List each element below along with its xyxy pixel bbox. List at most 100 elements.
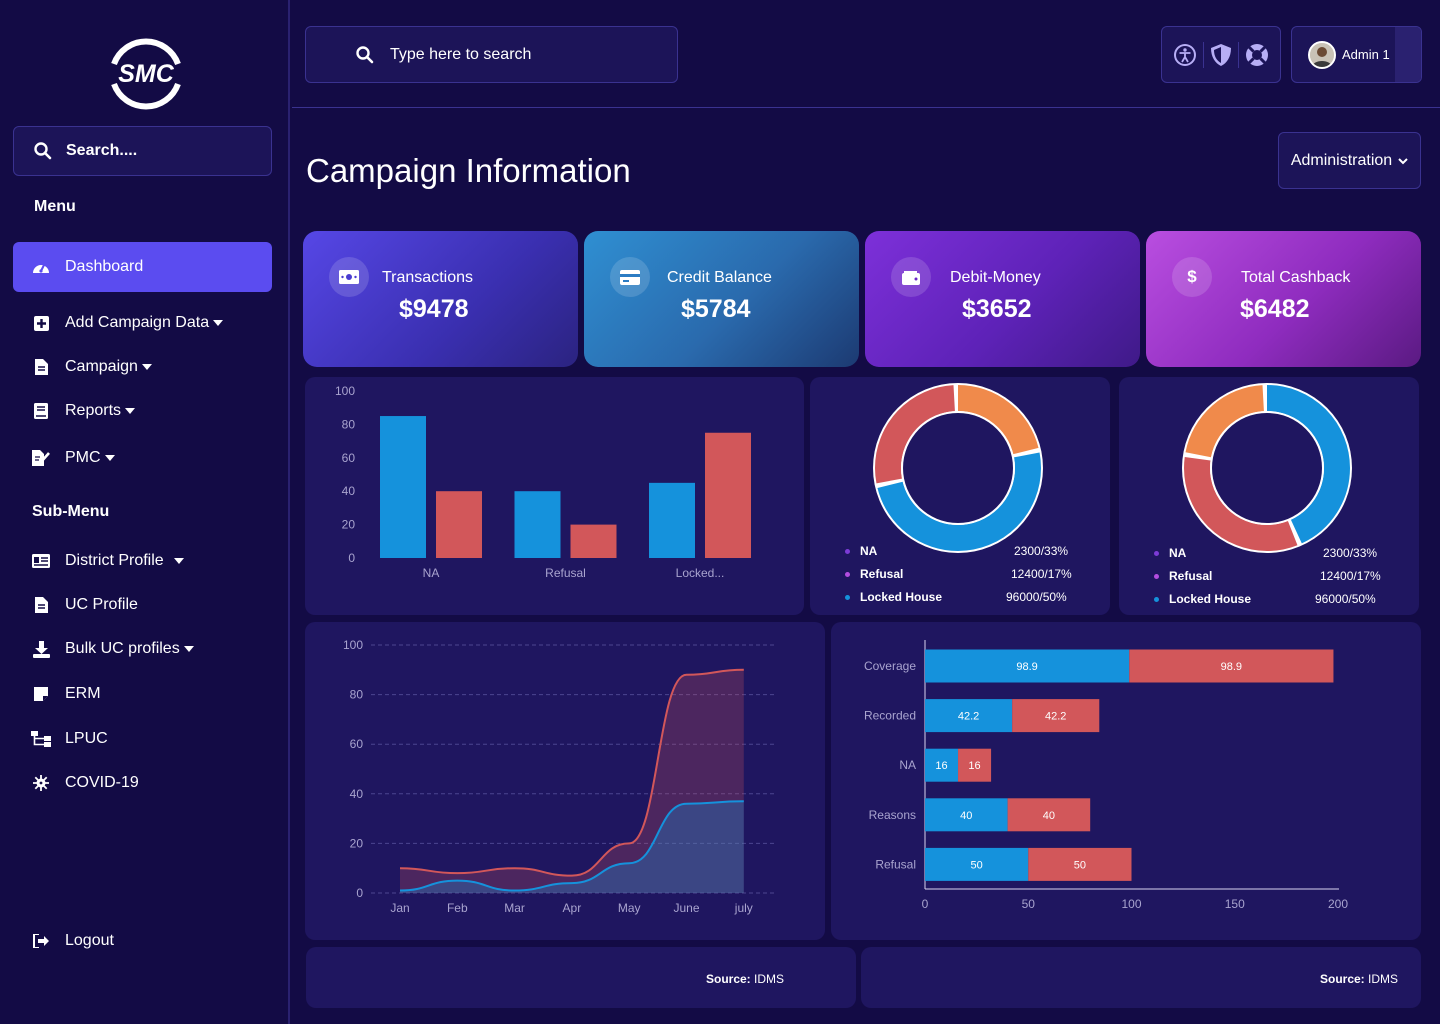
wallet-icon	[891, 257, 931, 297]
sidebar-search[interactable]: Search....	[13, 126, 272, 176]
card-label: Total Cashback	[1241, 269, 1351, 286]
source-value: IDMS	[1368, 972, 1399, 986]
top-bar: Type here to search Admin 1	[292, 0, 1440, 108]
x-tick-label: 150	[1225, 897, 1245, 911]
x-tick-label: july	[734, 901, 753, 915]
source-text: Source: IDMS	[706, 972, 784, 986]
lifebuoy-icon[interactable]	[1245, 43, 1269, 67]
y-tick-label: 80	[342, 417, 356, 431]
sidebar-item-uc-profile[interactable]: UC Profile	[13, 583, 272, 627]
bar	[570, 524, 617, 558]
avatar	[1308, 40, 1336, 69]
divider	[1203, 41, 1204, 68]
legend-label: NA	[860, 544, 878, 558]
y-tick-label: Refusal	[875, 857, 916, 871]
legend-value: 12400/17%	[1320, 569, 1381, 583]
legend-label: Locked House	[860, 590, 943, 604]
legend-item: Refusal	[1154, 569, 1212, 583]
legend-dot	[1154, 574, 1159, 580]
credit-card-icon	[610, 257, 650, 297]
plus-square-icon	[31, 313, 51, 333]
card-label: Credit Balance	[667, 269, 772, 286]
data-label: 42.2	[1045, 711, 1066, 723]
sidebar-item-district-profile[interactable]: District Profile	[13, 539, 272, 583]
quick-icons	[1161, 26, 1281, 83]
bar	[705, 432, 751, 558]
transactions-card[interactable]: Transactions $9478	[303, 231, 578, 367]
legend-label: Refusal	[1169, 569, 1213, 583]
card-value: $5784	[681, 295, 751, 323]
data-label: 50	[971, 859, 983, 871]
credit-balance-card[interactable]: Credit Balance $5784	[584, 231, 859, 367]
page-title: Campaign Information	[306, 152, 631, 189]
y-tick-label: 20	[342, 518, 356, 532]
download-icon	[31, 639, 51, 659]
sidebar-item-label: Add Campaign Data	[65, 314, 210, 331]
sidebar-item-lpuc[interactable]: LPUC	[13, 717, 272, 761]
caret-down-icon	[213, 320, 224, 326]
sidebar-item-label: Reports	[65, 402, 122, 419]
sidebar-item-bulk-uc-profiles[interactable]: Bulk UC profiles	[13, 627, 272, 671]
source-text: Source: IDMS	[1320, 972, 1398, 986]
y-tick-label: Coverage	[864, 659, 916, 673]
sidebar-item-label: PMC	[65, 449, 101, 466]
donut-center	[903, 413, 1013, 523]
accessibility-icon[interactable]	[1173, 43, 1197, 67]
sidebar-item-pmc[interactable]: PMC	[13, 436, 272, 480]
data-label: 98.9	[1221, 661, 1242, 673]
debit-money-card[interactable]: Debit-Money $3652	[865, 231, 1140, 367]
x-tick-label: Apr	[563, 901, 582, 915]
administration-dropdown[interactable]: Administration	[1278, 132, 1421, 189]
dashboard-icon	[31, 257, 51, 277]
sidebar-item-erm[interactable]: ERM	[13, 672, 272, 716]
x-tick-label: 200	[1328, 897, 1348, 911]
edit-file-icon	[31, 448, 51, 468]
sidebar-item-label: LPUC	[65, 730, 108, 747]
search-icon	[356, 45, 374, 63]
total-cashback-card[interactable]: $ Total Cashback $6482	[1146, 231, 1421, 367]
data-label: 98.9	[1016, 661, 1037, 673]
line-chart-panel: 0 20 40 60 80 100 Jan Feb Mar Apr May June july	[305, 622, 825, 940]
bar-chart: 0 20 40 60 80 100 NA Refusal Locked...	[335, 384, 751, 580]
divider	[1238, 41, 1239, 68]
sidebar-item-reports[interactable]: Reports	[13, 389, 272, 433]
bar	[649, 482, 695, 558]
legend-item: NA	[1154, 546, 1186, 560]
bar	[436, 491, 482, 558]
logout-button[interactable]: Logout	[13, 919, 272, 963]
top-search[interactable]: Type here to search	[305, 26, 678, 83]
logo-text: SMC	[118, 60, 175, 88]
sidebar-search-input[interactable]: Search....	[66, 142, 137, 160]
user-menu[interactable]: Admin 1	[1291, 26, 1422, 83]
sidebar-item-dashboard[interactable]: Dashboard	[13, 242, 272, 292]
card-label: Transactions	[382, 269, 473, 286]
x-tick-label: Feb	[447, 901, 468, 915]
legend-item: Locked House	[845, 590, 942, 604]
x-tick-label: 0	[922, 897, 929, 911]
sidebar-item-campaign[interactable]: Campaign	[13, 345, 272, 389]
user-menu-toggle[interactable]	[1395, 27, 1421, 82]
sidebar-item-add-campaign-data[interactable]: Add Campaign Data	[13, 301, 272, 345]
administration-dropdown-label: Administration	[1290, 151, 1393, 169]
sticky-note-icon	[31, 684, 51, 704]
source-panel-2: Source: IDMS	[861, 947, 1421, 1008]
shield-icon[interactable]	[1210, 43, 1232, 67]
book-icon	[31, 401, 51, 421]
top-search-input[interactable]: Type here to search	[390, 46, 531, 64]
caret-down-icon	[173, 558, 184, 564]
sidebar-item-covid-19[interactable]: COVID-19	[13, 761, 272, 805]
y-tick-label: 100	[343, 638, 363, 652]
legend-value: 96000/50%	[1006, 590, 1067, 604]
data-label: 16	[935, 760, 947, 772]
sidebar-item-label: Dashboard	[65, 258, 144, 275]
sidebar-item-label: Bulk UC profiles	[65, 640, 180, 657]
legend-item: Refusal	[845, 567, 903, 581]
x-tick-label: Jan	[390, 901, 409, 915]
y-tick-label: NA	[899, 758, 916, 772]
smc-logo[interactable]: SMC	[104, 38, 188, 110]
y-tick-label: 20	[350, 836, 364, 850]
legend-value: 96000/50%	[1315, 592, 1376, 606]
caret-down-icon	[183, 646, 194, 652]
user-name: Admin 1	[1342, 47, 1390, 62]
y-tick-label: 40	[350, 787, 364, 801]
